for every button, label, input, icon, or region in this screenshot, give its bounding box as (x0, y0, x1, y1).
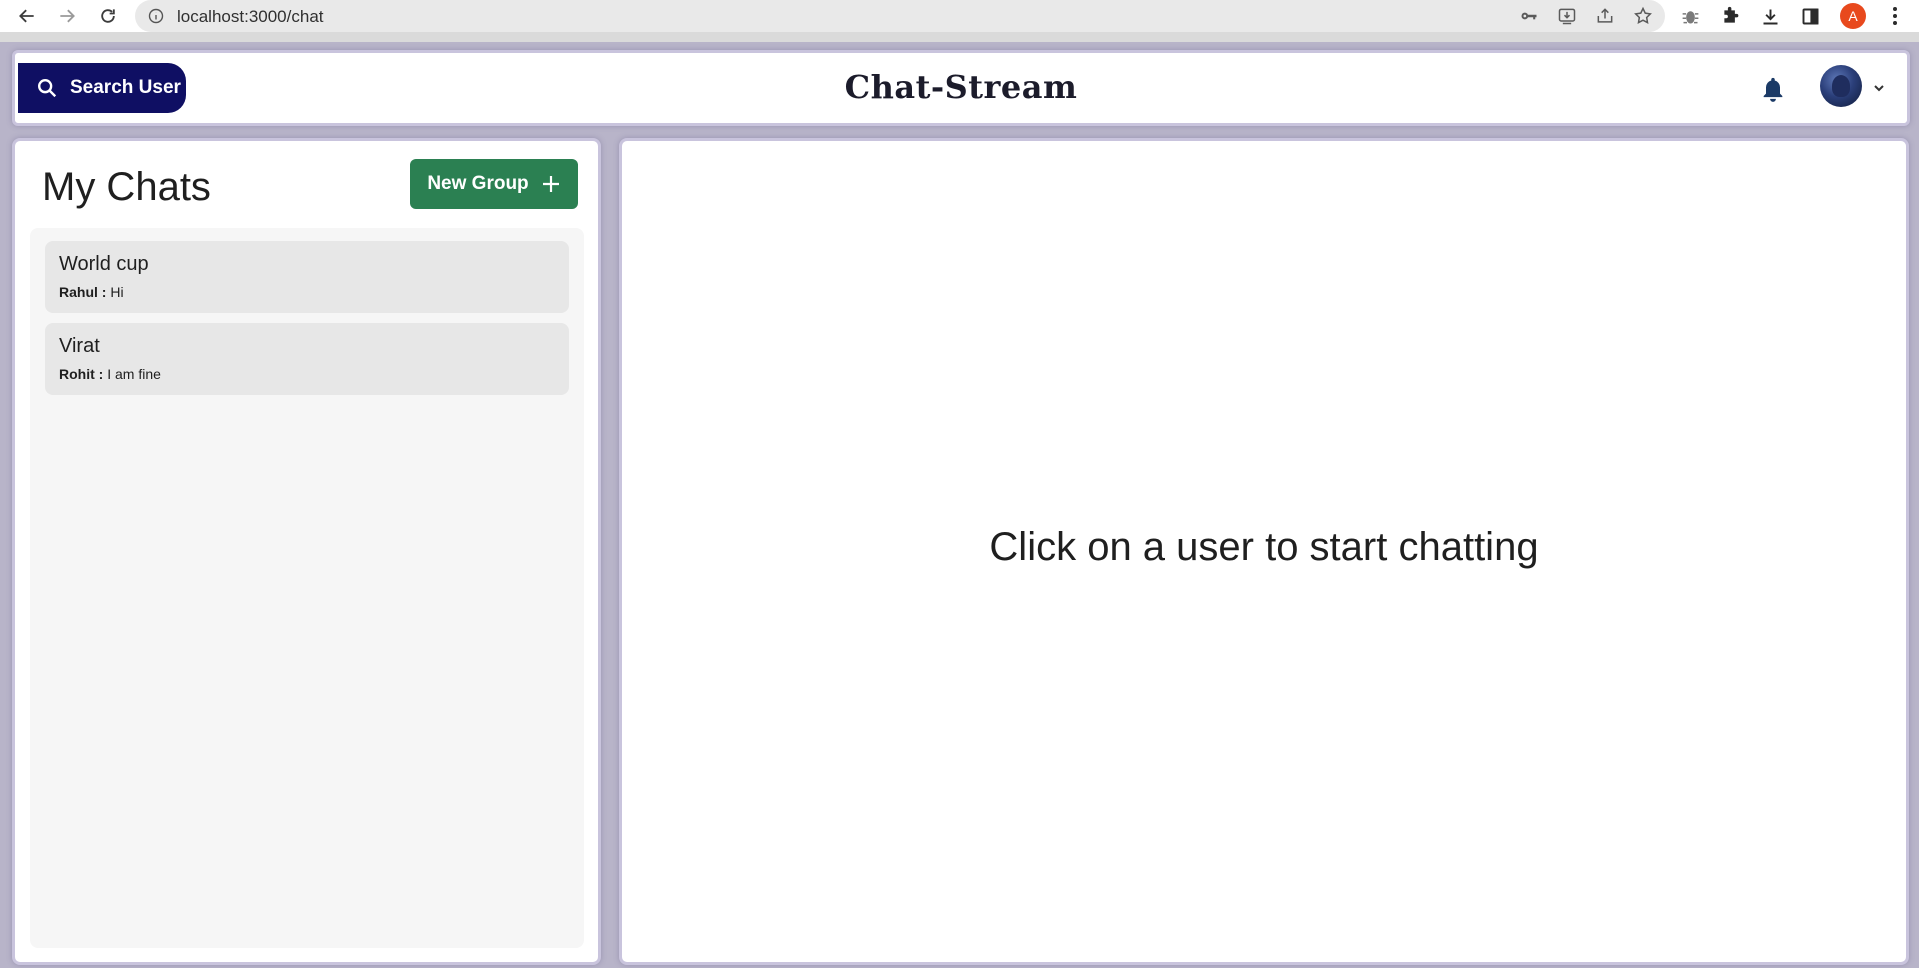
chat-list-item[interactable]: Virat Rohit : I am fine (45, 323, 569, 395)
plus-icon (542, 176, 559, 192)
downloads-icon[interactable] (1760, 6, 1781, 27)
chat-window: Click on a user to start chatting (619, 138, 1909, 965)
install-app-icon[interactable] (1557, 6, 1577, 26)
chevron-down-icon[interactable] (1871, 80, 1887, 96)
url-text[interactable]: localhost:3000/chat (177, 7, 324, 27)
share-icon[interactable] (1595, 6, 1615, 26)
side-panel-icon[interactable] (1800, 6, 1821, 27)
new-group-button[interactable]: New Group (410, 159, 578, 209)
app-brand-title: Chat-Stream (844, 68, 1078, 106)
app-header: Search User Chat-Stream (12, 50, 1910, 126)
my-chats-panel: My Chats New Group World cup Rahul : Hi … (12, 138, 601, 965)
browser-toolbar: localhost:3000/chat A (0, 0, 1919, 32)
extensions-puzzle-icon[interactable] (1720, 6, 1741, 27)
address-bar[interactable]: localhost:3000/chat (135, 0, 1665, 32)
bookmark-star-icon[interactable] (1633, 6, 1653, 26)
chat-list-item[interactable]: World cup Rahul : Hi (45, 241, 569, 313)
chat-latest-text: I am fine (107, 366, 161, 382)
new-group-label: New Group (427, 173, 529, 194)
empty-chat-message: Click on a user to start chatting (989, 525, 1539, 569)
chat-latest-message: Rohit : I am fine (59, 366, 161, 382)
my-chats-title: My Chats (42, 165, 211, 209)
notification-bell-icon[interactable] (1759, 75, 1787, 103)
chat-name: World cup (59, 253, 149, 275)
browser-profile-avatar[interactable]: A (1840, 3, 1866, 29)
site-info-icon[interactable] (148, 8, 164, 24)
chat-list: World cup Rahul : Hi Virat Rohit : I am … (30, 228, 584, 948)
forward-arrow-icon[interactable] (51, 0, 83, 32)
chat-name: Virat (59, 335, 100, 357)
key-icon[interactable] (1519, 6, 1539, 26)
reload-icon[interactable] (92, 0, 124, 32)
chat-latest-message: Rahul : Hi (59, 284, 124, 300)
chat-latest-sender: Rahul : (59, 284, 107, 300)
bug-extension-icon[interactable] (1680, 6, 1701, 27)
chat-latest-sender: Rohit : (59, 366, 104, 382)
chat-latest-text: Hi (110, 284, 124, 300)
back-arrow-icon[interactable] (11, 0, 43, 32)
browser-menu-icon[interactable] (1885, 6, 1905, 26)
user-avatar[interactable] (1820, 65, 1862, 107)
